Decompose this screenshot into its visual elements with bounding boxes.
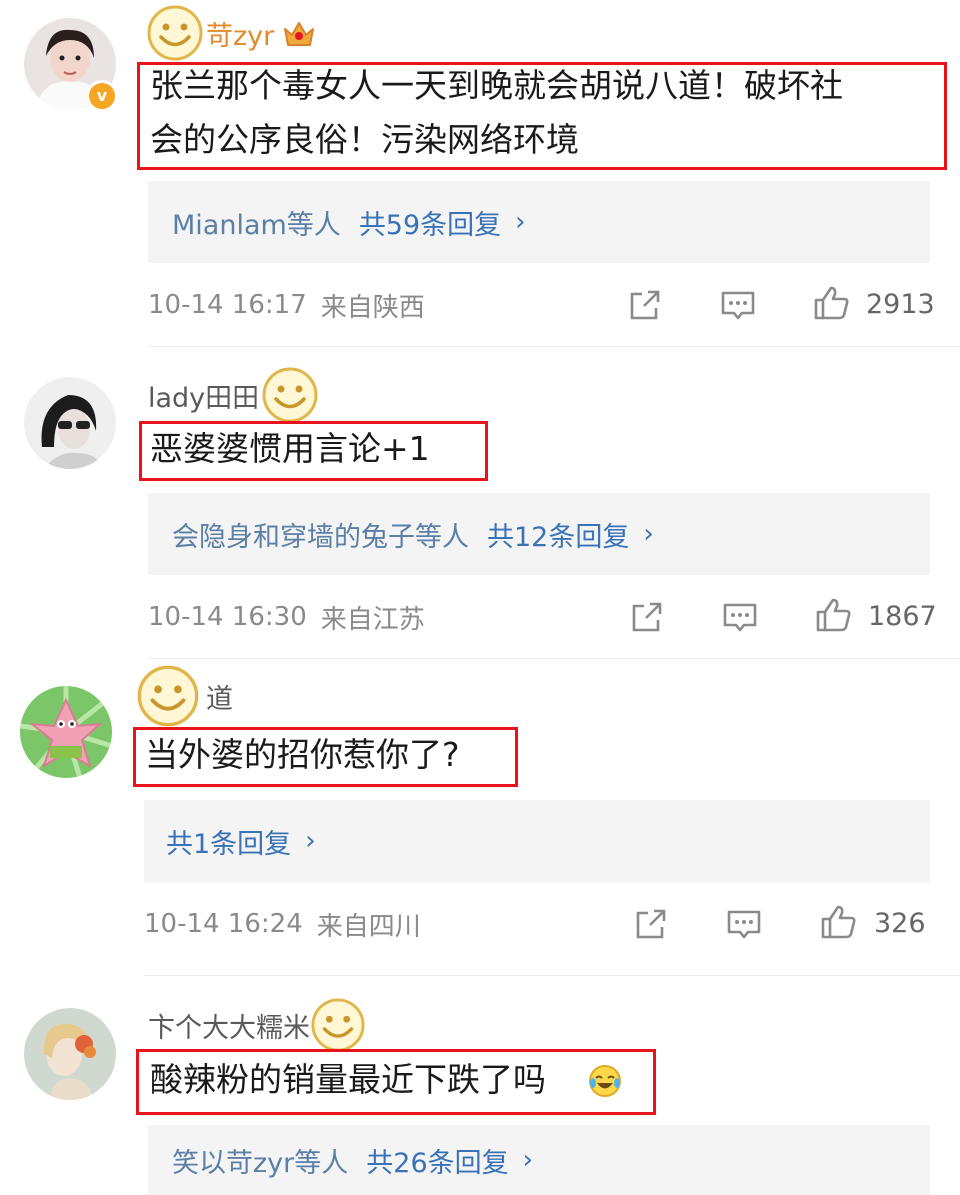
timestamp: 10-14 16:17 [148,290,307,320]
replies-link[interactable]: 笑以苛zyr等人 共26条回复 › [148,1125,930,1195]
replies-count: 共59条回复 [358,209,502,241]
replies-users: Mianlam等人 [172,209,341,241]
like-count: 326 [874,908,926,939]
thumbs-up-icon[interactable] [812,284,850,322]
replies-link[interactable]: 共1条回复 › [144,800,930,882]
share-icon[interactable] [632,905,670,943]
comment-icon[interactable] [719,286,757,324]
location: 来自四川 [316,911,421,942]
replies-link[interactable]: 会隐身和穿墙的兔子等人 共12条回复 › [148,493,930,575]
replies-count: 共1条回复 [166,828,292,860]
replies-count: 共26条回复 [366,1147,509,1179]
username-row: 卞个大大糯米 [148,998,366,1052]
comment-text-line-1: 当外婆的招你惹你了? [145,735,460,774]
location: 来自江苏 [320,604,425,635]
user-avatar[interactable] [24,377,116,469]
chevron-right-icon: › [515,207,526,237]
meta-row: 10-14 16:24 来自四川 [144,904,421,944]
verified-v-icon: v [86,80,118,112]
replies-users: 会隐身和穿墙的兔子等人 [172,521,469,553]
laughing-crying-emoji-icon [588,1064,622,1098]
username[interactable]: lady田田 [148,376,259,415]
chevron-right-icon: › [643,519,654,549]
share-icon[interactable] [628,598,666,636]
username[interactable]: 卞个大大糯米 [148,1006,310,1045]
like-count: 1867 [868,601,937,632]
user-avatar[interactable] [20,686,112,778]
username-row: 道 [136,665,233,727]
thumbs-up-icon[interactable] [814,596,852,634]
like-count: 2913 [866,289,935,320]
divider [144,975,960,976]
replies-count: 共12条回复 [487,521,630,553]
vip-crown-icon [282,17,316,49]
chevron-right-icon: › [305,826,316,856]
replies-link[interactable]: Mianlam等人 共59条回复 › [148,181,930,263]
username-row: 苛zyr [146,5,316,61]
smiley-emoji-icon [261,366,319,424]
timestamp: 10-14 16:24 [144,909,303,939]
comment-text-line-1: 酸辣粉的销量最近下跌了吗 [150,1060,546,1099]
user-avatar[interactable] [24,1008,116,1100]
smiley-emoji-icon [146,4,204,62]
comment-text-line-1: 张兰那个毒女人一天到晚就会胡说八道！破坏社 [150,66,843,105]
meta-row: 10-14 16:30 来自江苏 [148,597,425,637]
divider [148,346,960,347]
username-row: lady田田 [148,367,319,423]
divider [148,658,960,659]
thumbs-up-icon[interactable] [819,903,857,941]
smiley-emoji-icon [310,997,366,1053]
username[interactable]: 苛zyr [206,14,274,53]
timestamp: 10-14 16:30 [148,602,307,632]
location: 来自陕西 [320,292,425,323]
comment-icon[interactable] [721,598,759,636]
comment-icon[interactable] [725,905,763,943]
comment-text-line-2: 会的公序良俗！污染网络环境 [150,120,579,159]
replies-users: 笑以苛zyr等人 [172,1147,349,1179]
share-icon[interactable] [626,286,664,324]
username[interactable]: 道 [206,677,233,716]
comment-text-line-1: 恶婆婆惯用言论+1 [150,429,430,468]
meta-row: 10-14 16:17 来自陕西 [148,285,425,325]
smiley-emoji-icon [136,664,200,728]
chevron-right-icon: › [522,1145,534,1175]
